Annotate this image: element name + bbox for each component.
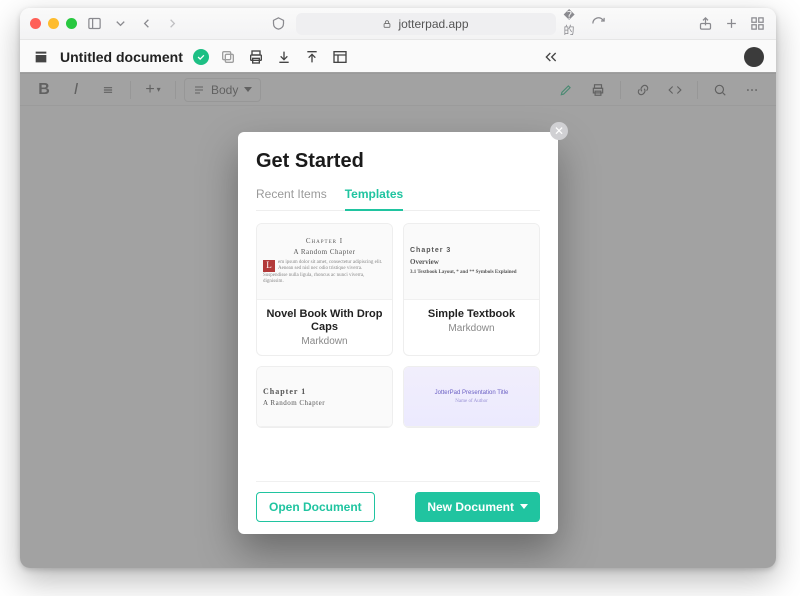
preview-section: 3.1 Textbook Layout, * and ** Symbols Ex… — [410, 270, 517, 275]
template-card[interactable]: Chapter 1 A Random Chapter — [256, 366, 393, 428]
template-title: Novel Book With Drop Caps — [263, 308, 386, 334]
lock-icon — [382, 19, 392, 29]
fullscreen-window-button[interactable] — [66, 18, 77, 29]
dropcap-icon: L — [263, 260, 275, 272]
chevron-down-icon[interactable] — [111, 15, 129, 33]
modal-tabs: Recent Items Templates — [256, 187, 540, 211]
preview-body-text: L em ipsum dolor sit amet, consectetur a… — [263, 260, 386, 286]
layout-icon[interactable] — [331, 48, 349, 66]
sidebar-toggle-icon[interactable] — [85, 15, 103, 33]
app-header: Untitled document — [20, 40, 776, 74]
modal-title: Get Started — [256, 150, 540, 173]
tab-recent-items[interactable]: Recent Items — [256, 187, 327, 210]
chevron-down-icon — [520, 504, 528, 509]
nav-back-icon[interactable] — [137, 15, 155, 33]
preview-subtitle: A Random Chapter — [263, 399, 325, 407]
traffic-lights — [30, 18, 77, 29]
template-card[interactable]: Chapter 3 Overview 3.1 Textbook Layout, … — [403, 223, 540, 356]
document-title[interactable]: Untitled document — [60, 49, 183, 65]
template-preview: Chapter I A Random Chapter L em ipsum do… — [257, 224, 392, 300]
tab-templates[interactable]: Templates — [345, 187, 403, 211]
collapse-icon[interactable] — [542, 48, 560, 66]
preview-chapter: Chapter 3 — [410, 247, 451, 254]
template-card[interactable]: Chapter I A Random Chapter L em ipsum do… — [256, 223, 393, 356]
address-text: jotterpad.app — [398, 17, 468, 31]
new-document-button[interactable]: New Document — [415, 492, 540, 522]
close-window-button[interactable] — [30, 18, 41, 29]
template-grid: Chapter I A Random Chapter L em ipsum do… — [256, 223, 540, 481]
address-bar[interactable]: jotterpad.app — [296, 13, 556, 35]
browser-window: jotterpad.app �的 Untitled document — [20, 8, 776, 568]
home-icon[interactable] — [32, 48, 50, 66]
modal-close-button[interactable]: ✕ — [550, 122, 568, 140]
template-subtitle: Markdown — [410, 323, 533, 334]
modal-footer: Open Document New Document — [256, 481, 540, 522]
print-icon[interactable] — [247, 48, 265, 66]
shield-icon[interactable] — [270, 15, 288, 33]
download-icon[interactable] — [275, 48, 293, 66]
preview-presentation-title: JotterPad Presentation Title — [435, 390, 509, 396]
preview-subtitle: A Random Chapter — [293, 248, 355, 256]
preview-author: Name of Author — [455, 399, 488, 404]
upload-icon[interactable] — [303, 48, 321, 66]
user-avatar[interactable] — [744, 47, 764, 67]
reader-icon[interactable]: �的 — [564, 15, 582, 33]
template-preview: Chapter 3 Overview 3.1 Textbook Layout, … — [404, 224, 539, 300]
template-preview: JotterPad Presentation Title Name of Aut… — [404, 367, 539, 427]
new-tab-icon[interactable] — [722, 15, 740, 33]
preview-overview: Overview — [410, 258, 439, 266]
nav-forward-icon[interactable] — [163, 15, 181, 33]
template-card[interactable]: JotterPad Presentation Title Name of Aut… — [403, 366, 540, 428]
minimize-window-button[interactable] — [48, 18, 59, 29]
share-icon[interactable] — [696, 15, 714, 33]
sync-status-badge[interactable] — [193, 49, 209, 65]
titlebar: jotterpad.app �的 — [20, 8, 776, 40]
template-subtitle: Markdown — [263, 336, 386, 347]
preview-chapter: Chapter 1 — [263, 387, 306, 396]
open-document-button[interactable]: Open Document — [256, 492, 375, 522]
copy-icon[interactable] — [219, 48, 237, 66]
tabs-overview-icon[interactable] — [748, 15, 766, 33]
reload-icon[interactable] — [590, 15, 608, 33]
template-title: Simple Textbook — [410, 308, 533, 321]
get-started-modal: ✕ Get Started Recent Items Templates Cha… — [238, 132, 558, 534]
template-preview: Chapter 1 A Random Chapter — [257, 367, 392, 427]
preview-chapter: Chapter I — [306, 237, 343, 245]
